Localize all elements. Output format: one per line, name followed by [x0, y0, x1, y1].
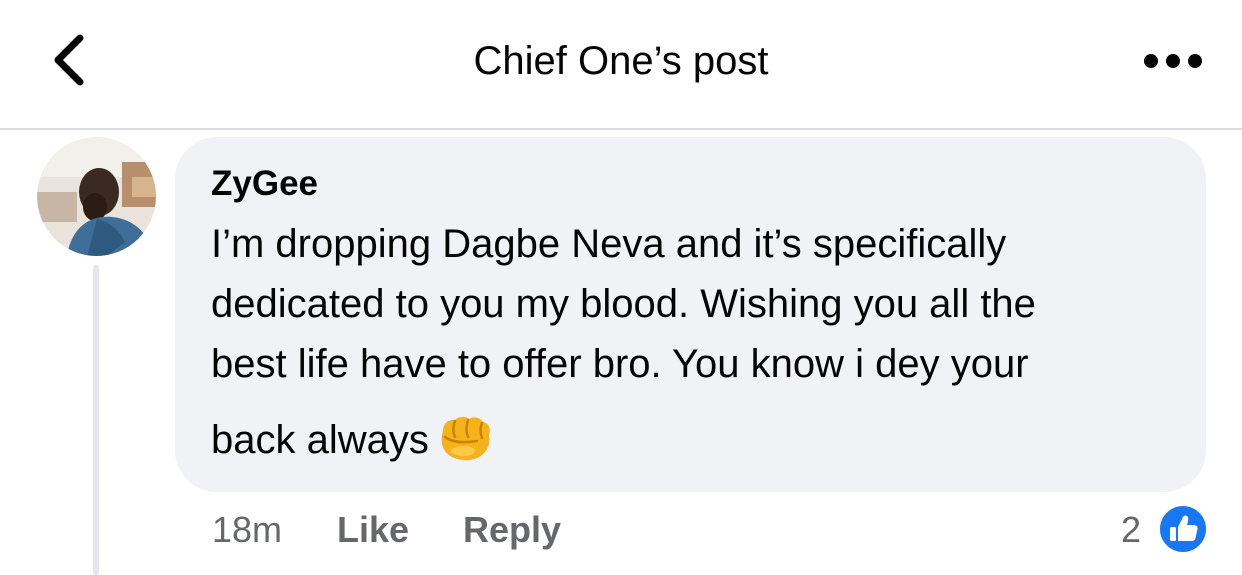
comment-text-line: back always: [211, 418, 429, 462]
comment-timestamp[interactable]: 18m: [212, 508, 282, 552]
top-bar: Chief One’s post: [0, 0, 1242, 130]
comment-text-line: dedicated to you my blood. Wishing you a…: [211, 282, 1036, 326]
thread-line: [93, 265, 99, 575]
profile-photo: [37, 137, 156, 256]
comment-author[interactable]: ZyGee: [211, 164, 318, 204]
page-title: Chief One’s post: [473, 39, 769, 83]
like-button[interactable]: Like: [337, 508, 409, 552]
comment-text-line: best life have to offer bro. You know i …: [211, 342, 1029, 386]
like-reaction-icon[interactable]: [1157, 503, 1209, 555]
avatar[interactable]: [37, 137, 156, 256]
more-horizontal-icon: [1144, 54, 1202, 68]
more-options-button[interactable]: [1138, 44, 1208, 78]
raised-fist-emoji-icon: [437, 413, 493, 463]
reply-button[interactable]: Reply: [463, 508, 561, 552]
comment-text-line: I’m dropping Dagbe Neva and it’s specifi…: [211, 222, 1007, 266]
reaction-count[interactable]: 2: [1121, 508, 1141, 552]
comment-text-last-line: back always: [211, 417, 493, 467]
